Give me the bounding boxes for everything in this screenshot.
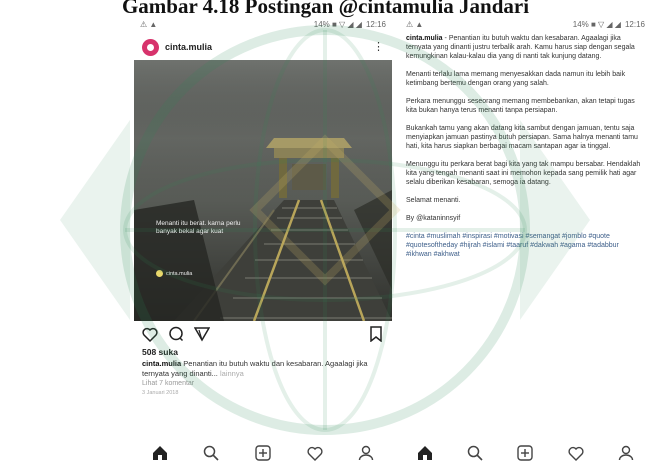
profile-icon[interactable] (617, 444, 635, 462)
comment-icon[interactable] (168, 326, 184, 342)
post-image[interactable]: Menanti itu berat. karna perlu banyak be… (134, 60, 392, 321)
status-left-right: ⚠ ▲ (406, 20, 423, 29)
status-left: ⚠ ▲ (140, 20, 157, 29)
image-tag-label: cinta.mulia (166, 270, 193, 277)
post-date: 3 Januari 2018 (142, 390, 179, 396)
image-overlay-text: Menanti itu berat. karna perlu banyak be… (156, 220, 241, 235)
status-right-right: 14% ■ ▽ ◢ ◢ 12:16 (573, 20, 645, 29)
image-tag: cinta.mulia (156, 270, 192, 277)
post-username[interactable]: cinta.mulia (165, 42, 367, 52)
post-caption: cinta.mulia Penantian itu butuh waktu da… (134, 359, 392, 379)
tag-dot-icon (156, 270, 163, 277)
caption-paragraph: Selamat menanti. (406, 197, 461, 204)
caption-author[interactable]: By @kataninnsyif (406, 214, 645, 223)
document-title: Gambar 4.18 Postingan @cintamulia Jandar… (121, 0, 530, 18)
phone-screenshot-post: ⚠ ▲ 14% ■ ▽ ◢ ◢ 12:16 cinta.mulia ⋮ Mena… (134, 14, 392, 467)
caption-username[interactable]: cinta.mulia (406, 35, 443, 42)
add-post-icon[interactable] (254, 444, 272, 462)
hashtags[interactable]: #cinta #muslimah #inspirasi #motivasi #s… (406, 232, 645, 259)
caption-paragraph: cinta.mulia - Penantian itu butuh waktu … (406, 35, 635, 60)
profile-icon[interactable] (357, 444, 375, 462)
search-icon[interactable] (466, 444, 484, 462)
avatar[interactable] (142, 38, 159, 56)
search-icon[interactable] (202, 444, 220, 462)
bookmark-icon[interactable] (368, 326, 384, 342)
signal-indicator: 14% ■ ▽ ◢ ◢ (572, 19, 621, 29)
stairway-photo (134, 60, 392, 321)
activity-heart-icon[interactable] (306, 444, 324, 462)
notification-icon: ⚠ ▲ (406, 19, 424, 29)
caption-paragraph: Perkara menunggu seseorang memang membeb… (406, 98, 635, 114)
like-heart-icon[interactable] (142, 326, 158, 342)
post-header: cinta.mulia ⋮ (134, 34, 392, 60)
full-caption: cinta.mulia - Penantian itu butuh waktu … (400, 34, 651, 259)
add-post-icon[interactable] (516, 444, 534, 462)
home-icon[interactable] (151, 444, 169, 462)
notification-icon: ⚠ ▲ (140, 19, 158, 29)
home-icon[interactable] (416, 444, 434, 462)
status-time: 12:16 (365, 19, 386, 29)
share-icon[interactable] (194, 326, 210, 342)
bottom-nav (134, 439, 392, 467)
bottom-nav-right (400, 439, 651, 467)
view-comments-link[interactable]: Lihat 7 komentar (134, 379, 392, 389)
caption-username[interactable]: cinta.mulia (142, 359, 181, 368)
caption-more-link[interactable]: lainnya (220, 369, 244, 378)
status-right: 14% ■ ▽ ◢ ◢ 12:16 (314, 20, 386, 29)
caption-paragraph: Menunggu itu perkara berat bagi kita yan… (406, 161, 641, 186)
status-time: 12:16 (624, 19, 645, 29)
caption-paragraph: Bukankah tamu yang akan datang kita samb… (406, 125, 638, 150)
more-options-icon[interactable]: ⋮ (373, 41, 384, 53)
likes-count[interactable]: 508 suka (134, 347, 392, 359)
phone-screenshot-caption: ⚠ ▲ 14% ■ ▽ ◢ ◢ 12:16 cinta.mulia - Pena… (400, 14, 651, 467)
activity-heart-icon[interactable] (567, 444, 585, 462)
signal-indicator: 14% ■ ▽ ◢ ◢ (313, 19, 362, 29)
caption-paragraph: Menanti terlalu lama memang menyesakkan … (406, 71, 626, 87)
post-actions (134, 321, 392, 347)
